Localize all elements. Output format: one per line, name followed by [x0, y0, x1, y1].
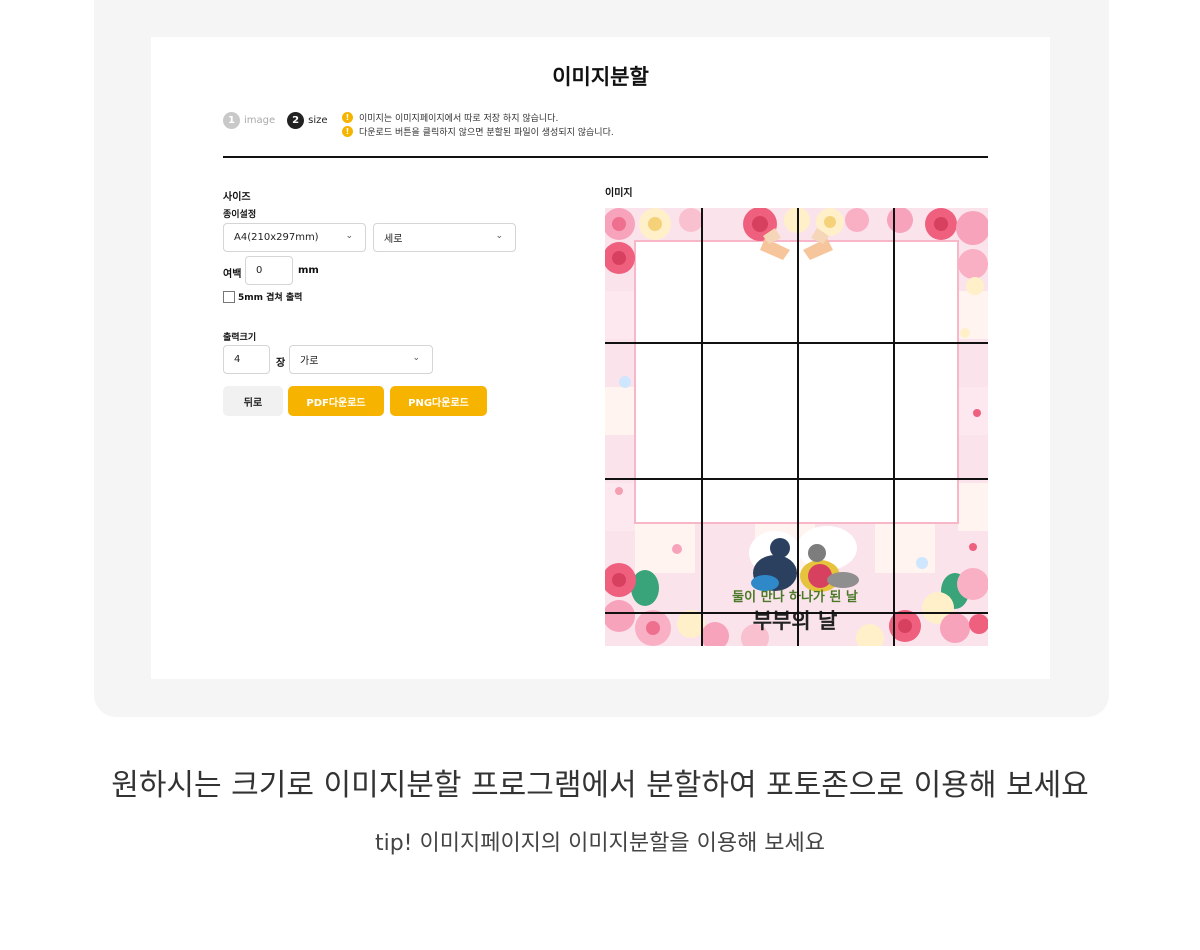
step-1-label: image [244, 115, 276, 126]
notice-text: 이미지는 이미지페이지에서 따로 저장 하지 않습니다. [359, 114, 559, 124]
overlap-label: 5mm 겹쳐 출력 [238, 293, 303, 303]
overlap-checkbox[interactable] [223, 291, 235, 303]
step-size[interactable]: 2 size [287, 112, 328, 129]
mandarin-ducks-illustration [749, 526, 859, 592]
paper-size-select[interactable]: A4(210x297mm) ⌄ [223, 223, 366, 252]
margin-input[interactable]: 0 [245, 256, 293, 285]
footer-headline: 원하시는 크기로 이미지분할 프로그램에서 분할하여 포토존으로 이용해 보세요 [111, 768, 1089, 803]
chevron-down-icon: ⌄ [495, 231, 503, 241]
margin-unit: mm [298, 265, 319, 276]
notice-item: ! 다운로드 버튼을 클릭하지 않으면 분할된 파일이 생성되지 않습니다. [342, 125, 614, 138]
chevron-down-icon: ⌄ [345, 231, 353, 241]
photo-window [634, 240, 959, 524]
image-preview-label: 이미지 [605, 188, 633, 199]
step-indicator: 1 image 2 size [223, 112, 340, 129]
paper-setting-label: 종이설정 [223, 210, 257, 220]
output-orientation-select[interactable]: 가로 ⌄ [289, 345, 433, 374]
step-2-label: size [308, 115, 328, 126]
notice-item: ! 이미지는 이미지페이지에서 따로 저장 하지 않습니다. [342, 111, 614, 124]
output-count-unit: 장 [276, 358, 286, 369]
output-count-input[interactable]: 4 [223, 345, 270, 374]
page-title: 이미지분할 [552, 65, 649, 89]
notice-list: ! 이미지는 이미지페이지에서 따로 저장 하지 않습니다. ! 다운로드 버튼… [342, 111, 614, 139]
step-1-number: 1 [223, 112, 240, 129]
divider [223, 156, 988, 158]
footer-tip: tip! 이미지페이지의 이미지분할을 이용해 보세요 [374, 831, 826, 856]
output-count-value: 4 [234, 354, 241, 365]
caption-small-text: 둘이 만나 하나가 된 날 [732, 589, 858, 605]
orientation-select[interactable]: 세로 ⌄ [373, 223, 516, 252]
warning-icon: ! [342, 126, 353, 137]
warning-icon: ! [342, 112, 353, 123]
pdf-download-button[interactable]: PDF다운로드 [288, 386, 384, 416]
back-button[interactable]: 뒤로 [223, 386, 283, 416]
margin-label: 여백 [223, 269, 242, 280]
png-download-button[interactable]: PNG다운로드 [390, 386, 487, 416]
step-image[interactable]: 1 image [223, 112, 275, 129]
margin-value: 0 [256, 265, 263, 276]
image-split-panel: 이미지분할 1 image 2 size ! 이미지는 이미지페이지에서 따로 … [151, 37, 1050, 679]
notice-text: 다운로드 버튼을 클릭하지 않으면 분할된 파일이 생성되지 않습니다. [359, 128, 614, 138]
output-orientation-value: 가로 [300, 356, 319, 367]
paper-size-value: A4(210x297mm) [234, 232, 319, 243]
orientation-value: 세로 [384, 234, 403, 245]
chevron-down-icon: ⌄ [412, 353, 420, 363]
image-preview: 둘이 만나 하나가 된 날 부부의 날 [605, 208, 988, 646]
output-size-label: 출력크기 [223, 333, 257, 343]
size-section-title: 사이즈 [223, 192, 251, 203]
step-2-number: 2 [287, 112, 305, 129]
